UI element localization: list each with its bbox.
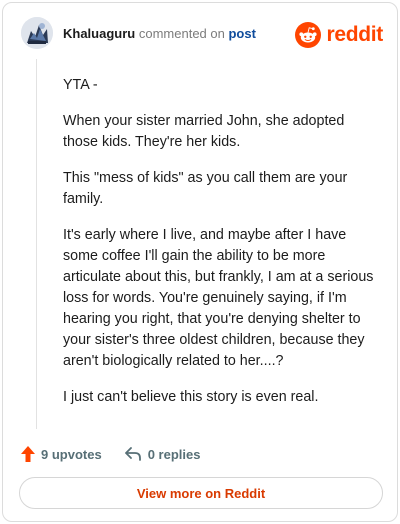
comment-footer: 9 upvotes 0 replies xyxy=(21,443,200,465)
reddit-snoo-icon xyxy=(295,22,322,48)
comment-byline: Khaluaguru commented on post xyxy=(63,26,256,41)
comment-paragraph: I just can't believe this story is even … xyxy=(63,389,319,405)
comment-paragraph: This "mess of kids" as you call them are… xyxy=(63,170,348,207)
reply-button[interactable]: 0 replies xyxy=(124,446,201,462)
view-more-on-reddit-button[interactable]: View more on Reddit xyxy=(19,477,383,509)
comment-header: Khaluaguru commented on post reddit xyxy=(3,3,397,67)
comment-embed-card: Khaluaguru commented on post reddit YTA … xyxy=(2,2,398,522)
reply-count: 0 replies xyxy=(147,446,201,462)
commented-on-text: commented on xyxy=(138,26,225,41)
comment-paragraph: When your sister married John, she adopt… xyxy=(63,113,345,150)
username-link[interactable]: Khaluaguru xyxy=(63,26,135,41)
reddit-logo[interactable]: reddit xyxy=(295,21,383,49)
upvote-arrow-icon xyxy=(21,446,35,462)
thread-line xyxy=(36,59,37,429)
comment-body: YTA - When your sister married John, she… xyxy=(63,75,381,423)
upvote-count: 9 upvotes xyxy=(41,446,102,462)
post-link[interactable]: post xyxy=(228,26,255,41)
user-avatar[interactable] xyxy=(21,17,53,49)
comment-paragraph: YTA - xyxy=(63,77,98,93)
reddit-wordmark: reddit xyxy=(326,23,383,46)
reply-arrow-icon xyxy=(124,447,141,461)
comment-paragraph: It's early where I live, and maybe after… xyxy=(63,227,374,369)
upvote-button[interactable]: 9 upvotes xyxy=(21,446,102,462)
